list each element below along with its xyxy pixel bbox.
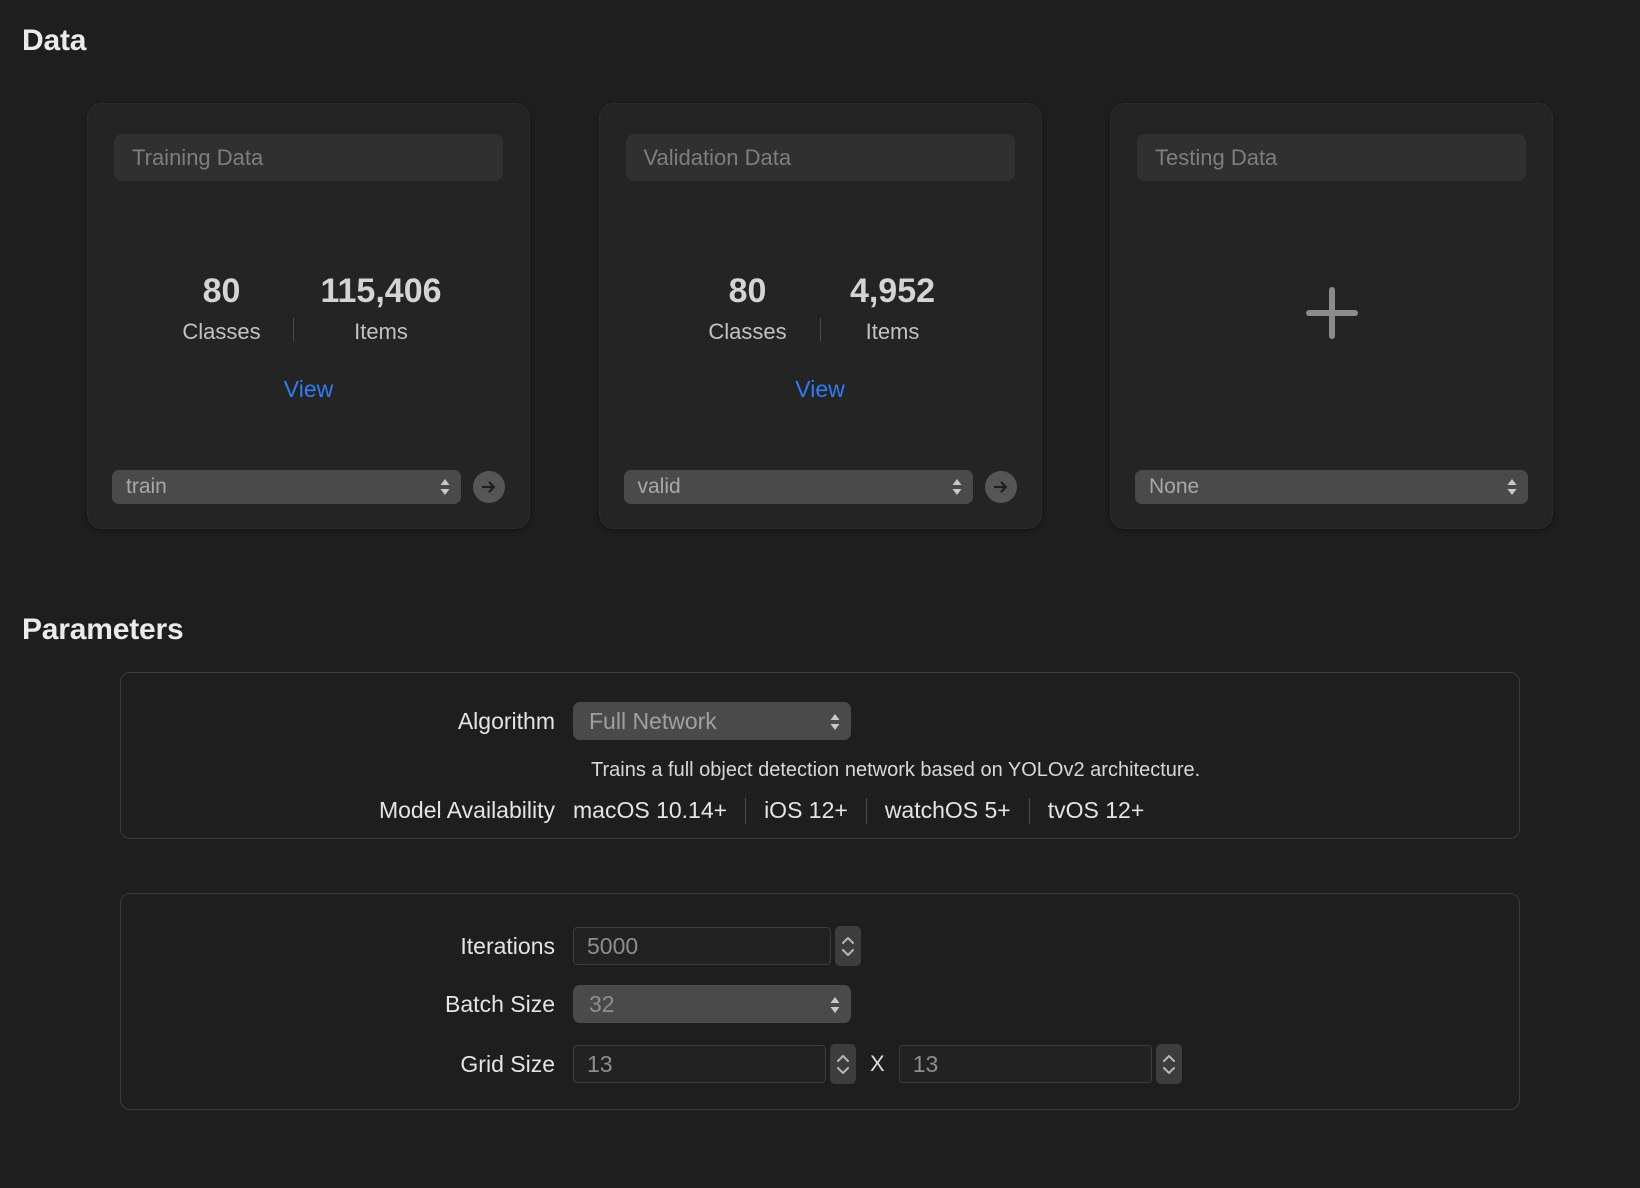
training-classes-label: Classes [182, 319, 261, 345]
chevron-up-icon [837, 1054, 849, 1062]
chevron-up-icon [1162, 1054, 1175, 1062]
chevron-up-down-icon [827, 708, 843, 734]
validation-items-value: 4,952 [849, 272, 936, 310]
training-data-stats: 80 Classes 115,406 Items [88, 272, 529, 345]
validation-classes-stat: 80 Classes [676, 272, 820, 345]
grid-size-width-input[interactable]: 13 [573, 1045, 826, 1083]
testing-data-footer: None [1135, 470, 1528, 504]
grid-size-height-input[interactable]: 13 [898, 1045, 1152, 1083]
training-parameters-panel: Iterations 5000 Batch Size 32 Grid Size … [120, 893, 1520, 1110]
platform-badge: tvOS 12+ [1047, 797, 1145, 823]
chevron-down-icon [842, 948, 854, 956]
training-data-source-select[interactable]: train [112, 470, 461, 504]
platform-badge: watchOS 5+ [884, 797, 1011, 823]
iterations-stepper[interactable] [835, 926, 861, 966]
validation-data-view-link[interactable]: View [600, 376, 1041, 403]
model-availability-row: Model Availability macOS 10.14+ iOS 12+ … [121, 797, 1162, 824]
algorithm-row: Algorithm Full Network [121, 702, 851, 740]
arrow-right-icon [993, 481, 1007, 493]
validation-data-footer: valid [623, 470, 1017, 504]
chevron-up-icon [842, 936, 854, 944]
training-data-source-value: train [126, 475, 167, 498]
batch-size-label: Batch Size [445, 990, 555, 1017]
validation-items-label: Items [865, 319, 920, 345]
plus-icon [1305, 287, 1358, 339]
training-items-stat: 115,406 Items [294, 272, 467, 345]
testing-data-source-select[interactable]: None [1135, 470, 1528, 504]
training-data-go-button[interactable] [473, 471, 505, 503]
validation-data-card[interactable]: Validation Data 80 Classes 4,952 Items V… [599, 104, 1041, 528]
grid-size-row: Grid Size 13 X 13 [121, 1044, 1182, 1084]
algorithm-select[interactable]: Full Network [573, 702, 851, 740]
data-section-title: Data [22, 24, 87, 57]
algorithm-description: Trains a full object detection network b… [591, 759, 1201, 781]
testing-data-source-value: None [1149, 475, 1200, 498]
validation-data-source-select[interactable]: valid [623, 470, 973, 504]
platform-badge: macOS 10.14+ [573, 797, 728, 823]
chevron-down-icon [837, 1066, 849, 1074]
grid-size-width-stepper[interactable] [830, 1044, 856, 1084]
iterations-label: Iterations [460, 932, 555, 959]
batch-size-row: Batch Size 32 [121, 985, 851, 1023]
validation-data-stats: 80 Classes 4,952 Items [600, 272, 1041, 345]
training-data-name-text: Training Data [132, 144, 264, 170]
grid-size-separator: X [870, 1051, 885, 1076]
testing-data-card[interactable]: Testing Data None [1111, 104, 1552, 528]
testing-data-name-field[interactable]: Testing Data [1137, 134, 1526, 181]
model-availability-label: Model Availability [378, 797, 555, 823]
chevron-up-down-icon [1504, 474, 1520, 500]
testing-data-name-text: Testing Data [1155, 144, 1278, 170]
data-cards-row: Training Data 80 Classes 115,406 Items V… [88, 104, 1552, 528]
training-items-value: 115,406 [320, 272, 442, 310]
training-items-label: Items [354, 319, 408, 345]
platform-badge: iOS 12+ [764, 797, 848, 823]
algorithm-value: Full Network [589, 707, 717, 734]
parameters-section-title: Parameters [22, 613, 184, 646]
arrow-right-icon [481, 481, 496, 493]
add-testing-data-button[interactable] [1111, 282, 1552, 344]
validation-classes-value: 80 [728, 272, 767, 310]
grid-size-label: Grid Size [460, 1050, 555, 1077]
validation-data-name-field[interactable]: Validation Data [625, 134, 1015, 181]
training-data-card[interactable]: Training Data 80 Classes 115,406 Items V… [88, 104, 529, 528]
chevron-up-down-icon [437, 474, 453, 500]
training-data-footer: train [112, 470, 505, 504]
algorithm-panel: Algorithm Full Network Trains a full obj… [120, 672, 1520, 839]
validation-items-stat: 4,952 Items [821, 272, 965, 345]
training-classes-stat: 80 Classes [149, 272, 293, 345]
batch-size-value: 32 [589, 990, 615, 1017]
training-data-name-field[interactable]: Training Data [114, 134, 503, 181]
validation-data-go-button[interactable] [984, 471, 1017, 503]
chevron-down-icon [1162, 1066, 1175, 1074]
batch-size-select[interactable]: 32 [573, 985, 851, 1023]
validation-data-name-text: Validation Data [643, 144, 792, 170]
chevron-up-down-icon [949, 474, 965, 500]
validation-data-source-value: valid [637, 475, 681, 498]
iterations-input[interactable]: 5000 [573, 927, 831, 965]
chevron-up-down-icon [827, 991, 843, 1017]
training-classes-value: 80 [202, 272, 241, 310]
validation-classes-label: Classes [708, 319, 787, 345]
algorithm-label: Algorithm [457, 707, 555, 734]
grid-size-height-stepper[interactable] [1155, 1044, 1182, 1084]
model-availability-list: macOS 10.14+ iOS 12+ watchOS 5+ tvOS 12+ [573, 797, 1162, 824]
training-data-view-link[interactable]: View [88, 376, 529, 403]
iterations-row: Iterations 5000 [121, 926, 861, 966]
